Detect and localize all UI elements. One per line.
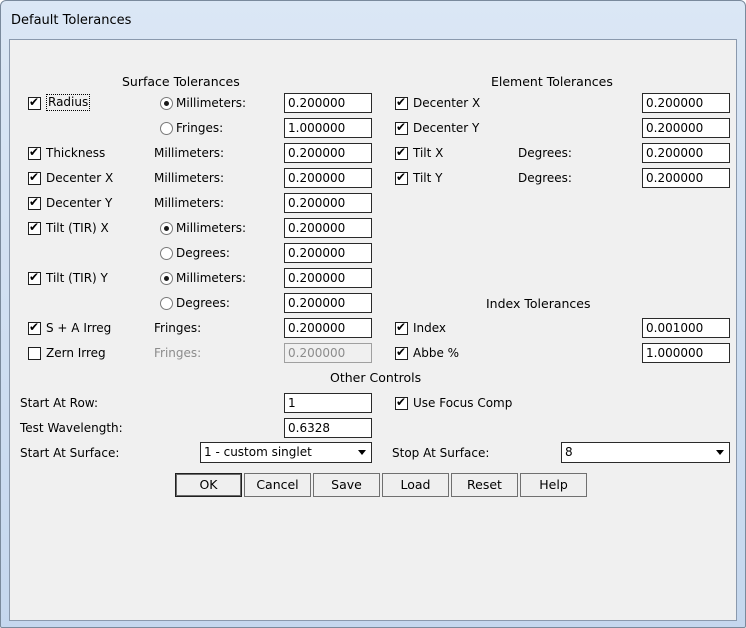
element-tilt-y-input[interactable]: 0.200000 bbox=[642, 168, 730, 188]
decenter-y-checkbox[interactable] bbox=[28, 195, 41, 210]
zern-irreg-checkbox[interactable] bbox=[28, 347, 41, 360]
decenter-x-input[interactable]: 0.200000 bbox=[284, 168, 372, 188]
index-tolerances-header: Index Tolerances bbox=[486, 296, 591, 311]
title-bar[interactable]: Default Tolerances bbox=[1, 1, 745, 39]
sa-irreg-checkbox[interactable] bbox=[28, 320, 41, 335]
element-tilt-y-label: Tilt Y bbox=[413, 171, 443, 185]
window-title: Default Tolerances bbox=[11, 13, 132, 28]
index-input[interactable]: 0.001000 bbox=[642, 318, 730, 338]
element-decenter-x-input[interactable]: 0.200000 bbox=[642, 93, 730, 113]
start-surface-value: 1 - custom singlet bbox=[204, 445, 312, 459]
abbe-input[interactable]: 1.000000 bbox=[642, 343, 730, 363]
tilt-y-label: Tilt (TIR) Y bbox=[46, 271, 108, 285]
load-button-label: Load bbox=[400, 477, 431, 492]
reset-button[interactable]: Reset bbox=[451, 473, 518, 497]
decenter-y-unit: Millimeters: bbox=[154, 196, 225, 210]
surface-tolerances-header: Surface Tolerances bbox=[122, 74, 240, 89]
chevron-down-icon[interactable] bbox=[713, 445, 727, 460]
tilt-x-label: Tilt (TIR) X bbox=[46, 221, 109, 235]
wavelength-label: Test Wavelength: bbox=[20, 421, 123, 435]
radius-fringes-input[interactable]: 1.000000 bbox=[284, 118, 372, 138]
tilt-x-mm-radio[interactable] bbox=[160, 222, 173, 235]
radius-fringes-radio[interactable] bbox=[160, 122, 173, 135]
decenter-x-unit: Millimeters: bbox=[154, 171, 225, 185]
thickness-checkbox[interactable] bbox=[28, 145, 41, 160]
decenter-x-label: Decenter X bbox=[46, 171, 114, 185]
cancel-button[interactable]: Cancel bbox=[244, 473, 311, 497]
dialog-window: Default Tolerances Surface Tolerances El… bbox=[0, 0, 746, 628]
element-tilt-y-checkbox[interactable] bbox=[395, 170, 408, 185]
radius-mm-input[interactable]: 0.200000 bbox=[284, 93, 372, 113]
zern-irreg-input: 0.200000 bbox=[284, 343, 372, 363]
ok-button-label: OK bbox=[199, 477, 218, 492]
radius-mm-label: Millimeters: bbox=[176, 96, 247, 110]
help-button[interactable]: Help bbox=[520, 473, 587, 497]
start-surface-label: Start At Surface: bbox=[20, 446, 120, 460]
element-decenter-x-label: Decenter X bbox=[413, 96, 481, 110]
help-button-label: Help bbox=[539, 477, 568, 492]
abbe-label: Abbe % bbox=[413, 346, 460, 360]
thickness-unit: Millimeters: bbox=[154, 146, 225, 160]
element-tolerances-header: Element Tolerances bbox=[491, 74, 613, 89]
tilt-y-deg-radio[interactable] bbox=[160, 297, 173, 310]
thickness-input[interactable]: 0.200000 bbox=[284, 143, 372, 163]
tilt-x-mm-input[interactable]: 0.200000 bbox=[284, 218, 372, 238]
load-button[interactable]: Load bbox=[382, 473, 449, 497]
element-decenter-y-checkbox[interactable] bbox=[395, 120, 408, 135]
abbe-checkbox[interactable] bbox=[395, 345, 408, 360]
element-decenter-y-label: Decenter Y bbox=[413, 121, 480, 135]
ok-button[interactable]: OK bbox=[175, 473, 242, 497]
save-button-label: Save bbox=[331, 477, 362, 492]
tilt-y-mm-radio[interactable] bbox=[160, 272, 173, 285]
use-focus-comp-label: Use Focus Comp bbox=[413, 396, 513, 410]
chevron-down-icon[interactable] bbox=[355, 445, 369, 460]
element-tilt-x-label: Tilt X bbox=[413, 146, 444, 160]
element-decenter-y-input[interactable]: 0.200000 bbox=[642, 118, 730, 138]
radius-label: Radius bbox=[46, 94, 91, 111]
thickness-label: Thickness bbox=[46, 146, 106, 160]
sa-irreg-label: S + A Irreg bbox=[46, 321, 112, 335]
radius-checkbox[interactable] bbox=[28, 95, 41, 110]
use-focus-comp-checkbox[interactable] bbox=[395, 395, 408, 410]
decenter-y-input[interactable]: 0.200000 bbox=[284, 193, 372, 213]
tilt-y-checkbox[interactable] bbox=[28, 270, 41, 285]
other-controls-header: Other Controls bbox=[330, 370, 422, 385]
radius-mm-radio[interactable] bbox=[160, 97, 173, 110]
dialog-client-area: Surface Tolerances Element Tolerances Ra… bbox=[9, 39, 737, 621]
element-tilt-x-checkbox[interactable] bbox=[395, 145, 408, 160]
tilt-x-deg-label: Degrees: bbox=[176, 246, 230, 260]
tilt-x-checkbox[interactable] bbox=[28, 220, 41, 235]
cancel-button-label: Cancel bbox=[256, 477, 299, 492]
index-label: Index bbox=[413, 321, 447, 335]
element-tilt-x-input[interactable]: 0.200000 bbox=[642, 143, 730, 163]
start-surface-select[interactable]: 1 - custom singlet bbox=[200, 442, 372, 463]
decenter-x-checkbox[interactable] bbox=[28, 170, 41, 185]
tilt-x-deg-radio[interactable] bbox=[160, 247, 173, 260]
zern-irreg-label: Zern Irreg bbox=[46, 346, 106, 360]
stop-surface-label: Stop At Surface: bbox=[392, 446, 490, 460]
tilt-y-deg-input[interactable]: 0.200000 bbox=[284, 293, 372, 313]
stop-surface-select[interactable]: 8 bbox=[561, 442, 730, 463]
tilt-x-mm-label: Millimeters: bbox=[176, 221, 247, 235]
element-tilt-y-unit: Degrees: bbox=[518, 171, 572, 185]
decenter-y-label: Decenter Y bbox=[46, 196, 113, 210]
stop-surface-value: 8 bbox=[565, 445, 573, 459]
wavelength-input[interactable]: 0.6328 bbox=[284, 418, 372, 438]
tilt-y-mm-label: Millimeters: bbox=[176, 271, 247, 285]
tilt-x-deg-input[interactable]: 0.200000 bbox=[284, 243, 372, 263]
radius-fringes-label: Fringes: bbox=[176, 121, 224, 135]
save-button[interactable]: Save bbox=[313, 473, 380, 497]
tilt-y-deg-label: Degrees: bbox=[176, 296, 230, 310]
index-checkbox[interactable] bbox=[395, 320, 408, 335]
element-tilt-x-unit: Degrees: bbox=[518, 146, 572, 160]
start-row-label: Start At Row: bbox=[20, 396, 98, 410]
tilt-y-mm-input[interactable]: 0.200000 bbox=[284, 268, 372, 288]
zern-irreg-unit: Fringes: bbox=[154, 346, 202, 360]
start-row-input[interactable]: 1 bbox=[284, 393, 372, 413]
reset-button-label: Reset bbox=[467, 477, 502, 492]
sa-irreg-input[interactable]: 0.200000 bbox=[284, 318, 372, 338]
sa-irreg-unit: Fringes: bbox=[154, 321, 202, 335]
element-decenter-x-checkbox[interactable] bbox=[395, 95, 408, 110]
